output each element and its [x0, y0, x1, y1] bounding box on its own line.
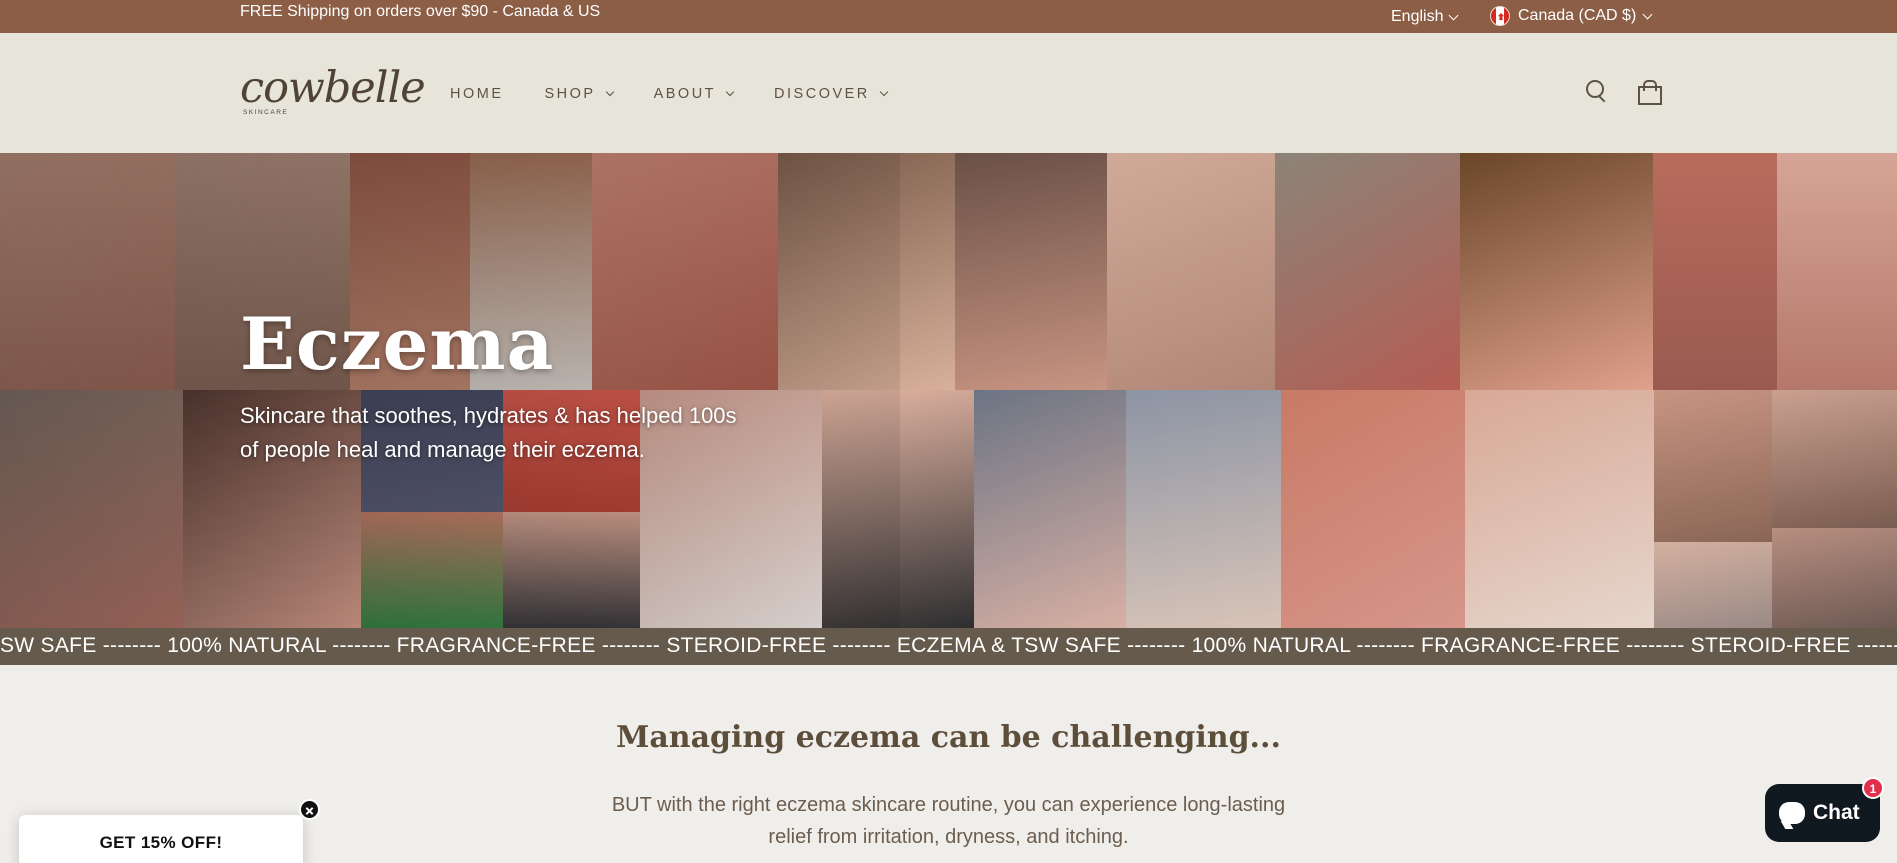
nav-item-label: DISCOVER	[774, 86, 870, 102]
hero-photo	[1107, 153, 1275, 390]
canada-flag-icon	[1490, 6, 1510, 26]
main-nav: HOME SHOP ABOUT DISCOVER	[450, 86, 889, 102]
search-icon[interactable]	[1586, 80, 1606, 100]
section-body: BUT with the right eczema skincare routi…	[611, 794, 1286, 848]
chevron-down-icon	[1449, 10, 1459, 20]
logo[interactable]: cowbelle SKINCARE	[240, 63, 426, 117]
hero-photo	[1126, 390, 1281, 628]
hero-photo	[1281, 390, 1465, 628]
hero-photo	[822, 390, 974, 628]
chevron-down-icon	[605, 87, 614, 97]
chat-bubble-icon	[1779, 802, 1805, 824]
currency-label: Canada (CAD $)	[1518, 7, 1637, 24]
marquee-text: SW SAFE -------- 100% NATURAL -------- F…	[0, 634, 1897, 657]
nav-item-discover[interactable]: DISCOVER	[774, 86, 889, 102]
hero-photo	[361, 512, 503, 628]
nav-item-label: SHOP	[544, 86, 596, 102]
nav-item-shop[interactable]: SHOP	[544, 86, 614, 102]
nav-item-home[interactable]: HOME	[450, 86, 504, 102]
hero-photo	[1654, 542, 1772, 628]
hero-photo	[0, 390, 183, 628]
hero-photo	[955, 153, 1107, 390]
language-label: English	[1391, 8, 1444, 25]
hero-photo	[1777, 153, 1897, 390]
hero-photo	[592, 153, 778, 390]
hero-photo	[1653, 153, 1777, 390]
close-icon[interactable]	[299, 799, 320, 820]
announcement-bar: FREE Shipping on orders over $90 - Canad…	[0, 0, 1897, 33]
hero-photo	[1654, 390, 1772, 542]
cart-icon[interactable]	[1638, 80, 1662, 105]
discount-popup-label: GET 15% OFF!	[99, 833, 223, 852]
currency-selector[interactable]: Canada (CAD $)	[1490, 6, 1653, 26]
site-header: cowbelle SKINCARE HOME SHOP ABOUT DISCOV…	[0, 33, 1897, 153]
chevron-down-icon	[725, 87, 735, 97]
chat-notification-badge: 1	[1862, 777, 1884, 799]
section-heading: Managing eczema can be challenging...	[616, 720, 1281, 755]
hero-photo	[1772, 390, 1897, 528]
benefits-marquee: SW SAFE -------- 100% NATURAL -------- F…	[0, 628, 1897, 665]
hero-photo	[0, 153, 175, 390]
chevron-down-icon	[879, 87, 889, 97]
hero-photo	[974, 390, 1126, 628]
hero-photo	[1772, 528, 1897, 628]
hero-subtitle: Skincare that soothes, hydrates & has he…	[240, 403, 737, 462]
nav-item-label: HOME	[450, 86, 504, 102]
logo-wordmark: cowbelle	[240, 63, 426, 113]
hero-photo	[1460, 153, 1653, 390]
hero-photo	[1275, 153, 1460, 390]
discount-popup[interactable]: GET 15% OFF!	[19, 815, 303, 863]
nav-item-about[interactable]: ABOUT	[653, 86, 735, 102]
hero-banner: Eczema Skincare that soothes, hydrates &…	[0, 153, 1897, 628]
hero-photo	[778, 153, 955, 390]
chat-label: Chat	[1813, 801, 1860, 824]
hero-title: Eczema	[240, 301, 555, 386]
chevron-down-icon	[1642, 9, 1653, 19]
hero-photo	[1465, 390, 1654, 628]
language-selector[interactable]: English	[1391, 8, 1459, 26]
nav-item-label: ABOUT	[653, 86, 717, 102]
shipping-announcement: FREE Shipping on orders over $90 - Canad…	[240, 3, 601, 20]
hero-photo	[503, 512, 640, 628]
